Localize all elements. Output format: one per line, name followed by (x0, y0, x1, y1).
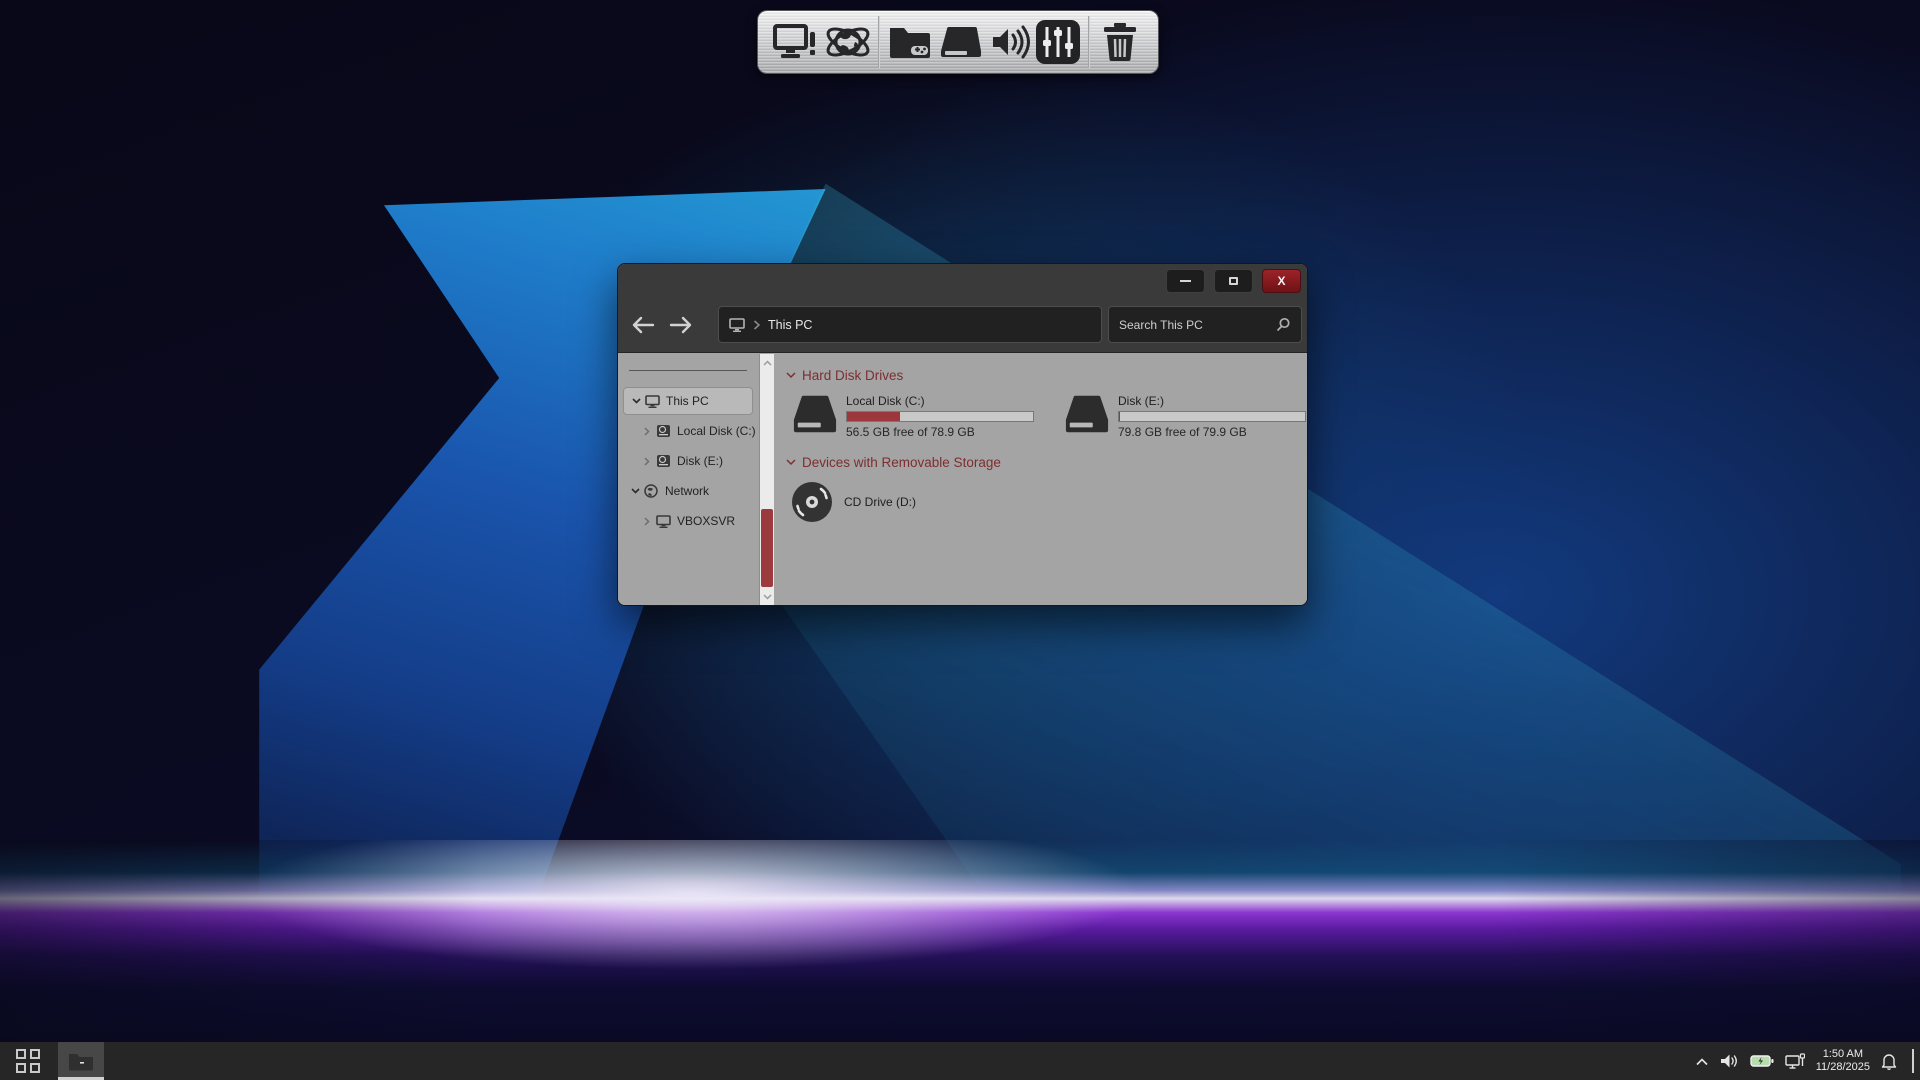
back-button[interactable] (630, 312, 656, 338)
system-tray: 1:50 AM 11/28/2025 (1695, 1042, 1920, 1080)
start-grid-icon (16, 1049, 40, 1073)
address-bar[interactable]: This PC (718, 306, 1102, 343)
dock-recycle-bin-icon[interactable] (1094, 16, 1146, 68)
wallpaper-ground (0, 840, 1920, 1042)
tree-item-label: This PC (666, 394, 709, 408)
desktop-dock (757, 10, 1159, 74)
device-cd-drive-d[interactable]: CD Drive (D:) (790, 480, 1307, 524)
minimize-button[interactable] (1166, 269, 1205, 293)
tree-item-label: Network (665, 484, 710, 498)
tree-item-this-pc[interactable]: This PC (623, 387, 753, 415)
network-icon[interactable] (1785, 1052, 1805, 1070)
capacity-bar-fill (1119, 412, 1120, 421)
file-explorer-window: X This PC Search This PC This PC Local D… (617, 263, 1308, 606)
dock-mixer-icon[interactable] (1032, 16, 1084, 68)
drive-free-space: 79.8 GB free of 79.9 GB (1118, 425, 1247, 439)
device-name: CD Drive (D:) (844, 495, 916, 509)
capacity-bar (846, 411, 1034, 422)
content-pane: Hard Disk Drives Local Disk (C:) 56.5 GB… (774, 354, 1307, 605)
battery-charging-icon[interactable] (1750, 1054, 1774, 1068)
show-desktop-button[interactable] (1912, 1049, 1914, 1073)
cd-drive-icon (792, 482, 832, 522)
section-title: Hard Disk Drives (802, 368, 904, 383)
dock-my-computer-icon[interactable] (770, 16, 822, 68)
chevron-right-icon[interactable] (640, 516, 654, 526)
taskbar: 1:50 AM 11/28/2025 (0, 1042, 1920, 1080)
volume-icon[interactable] (1720, 1053, 1739, 1069)
tree-item-vboxsvr[interactable]: VBOXSVR (618, 507, 759, 535)
dock-hard-drive-icon[interactable] (936, 16, 988, 68)
computer-icon (654, 514, 672, 528)
section-title: Devices with Removable Storage (802, 455, 1001, 470)
forward-button[interactable] (668, 312, 694, 338)
dock-volume-icon[interactable] (988, 16, 1032, 68)
tree-item-local-disk-c[interactable]: Local Disk (C:) (618, 417, 759, 445)
dock-games-folder-icon[interactable] (884, 16, 936, 68)
navigation-pane: This PC Local Disk (C:) Disk (E:) Networ… (618, 354, 759, 605)
start-button[interactable] (6, 1042, 50, 1080)
clock-date: 11/28/2025 (1815, 1061, 1870, 1073)
tree-item-label: Disk (E:) (677, 454, 723, 468)
chevron-right-icon[interactable] (640, 426, 654, 436)
notifications-bell-icon[interactable] (1881, 1053, 1897, 1070)
drive-icon (654, 424, 672, 438)
scrollbar-thumb[interactable] (761, 509, 773, 587)
section-header-removable-storage[interactable]: Devices with Removable Storage (786, 455, 1307, 470)
computer-icon (643, 394, 661, 408)
drive-disk-e[interactable]: Disk (E:) 79.8 GB free of 79.9 GB (1064, 393, 1306, 439)
title-bar[interactable]: X (618, 264, 1307, 297)
drive-icon (654, 454, 672, 468)
tree-scrollbar[interactable] (759, 354, 774, 605)
this-pc-icon (729, 317, 745, 332)
tree-item-network[interactable]: Network (618, 477, 759, 505)
drive-name: Disk (E:) (1118, 394, 1164, 408)
section-chevron-icon (786, 459, 796, 466)
dock-divider (878, 16, 880, 68)
network-globe-icon (642, 484, 660, 498)
breadcrumb-chevron-icon (753, 319, 760, 330)
desktop: X This PC Search This PC This PC Local D… (0, 0, 1920, 1080)
chevron-down-icon[interactable] (628, 488, 642, 494)
search-box[interactable] (1108, 306, 1302, 343)
maximize-icon (1229, 277, 1238, 285)
chevron-down-icon[interactable] (629, 398, 643, 404)
clock-time: 1:50 AM (1822, 1048, 1864, 1060)
hard-drive-icon (1065, 395, 1109, 433)
breadcrumb-location[interactable]: This PC (768, 318, 812, 332)
maximize-button[interactable] (1214, 269, 1253, 293)
tree-separator (629, 370, 747, 371)
dock-divider (1088, 16, 1090, 68)
close-button[interactable]: X (1262, 269, 1301, 293)
tree-item-label: VBOXSVR (677, 514, 736, 528)
back-arrow-icon (632, 316, 655, 334)
capacity-bar (1118, 411, 1306, 422)
chevron-right-icon[interactable] (640, 456, 654, 466)
hard-drive-icon (793, 395, 837, 433)
search-input[interactable] (1119, 317, 1276, 332)
tree-item-disk-e[interactable]: Disk (E:) (618, 447, 759, 475)
drive-local-disk-c[interactable]: Local Disk (C:) 56.5 GB free of 78.9 GB (792, 393, 1034, 439)
scroll-down-arrow-icon[interactable] (760, 590, 774, 604)
dock-internet-globe-icon[interactable] (822, 16, 874, 68)
taskbar-clock[interactable]: 1:50 AM 11/28/2025 (1816, 1048, 1870, 1074)
folder-icon (69, 1054, 93, 1071)
minimize-icon (1180, 280, 1191, 282)
navigation-bar: This PC (618, 297, 1307, 353)
capacity-bar-fill (847, 412, 900, 421)
drive-free-space: 56.5 GB free of 78.9 GB (846, 425, 975, 439)
tree-item-label: Local Disk (C:) (677, 424, 756, 438)
search-icon (1277, 317, 1290, 331)
section-chevron-icon (786, 372, 796, 379)
taskbar-file-explorer-button[interactable] (58, 1042, 104, 1080)
drive-name: Local Disk (C:) (846, 394, 925, 408)
hidden-icons-chevron-icon[interactable] (1695, 1057, 1709, 1066)
section-header-hard-disk-drives[interactable]: Hard Disk Drives (786, 368, 1307, 383)
forward-arrow-icon (669, 316, 692, 334)
window-body: This PC Local Disk (C:) Disk (E:) Networ… (618, 354, 1307, 605)
close-icon: X (1277, 274, 1286, 288)
scroll-up-arrow-icon[interactable] (760, 356, 774, 370)
